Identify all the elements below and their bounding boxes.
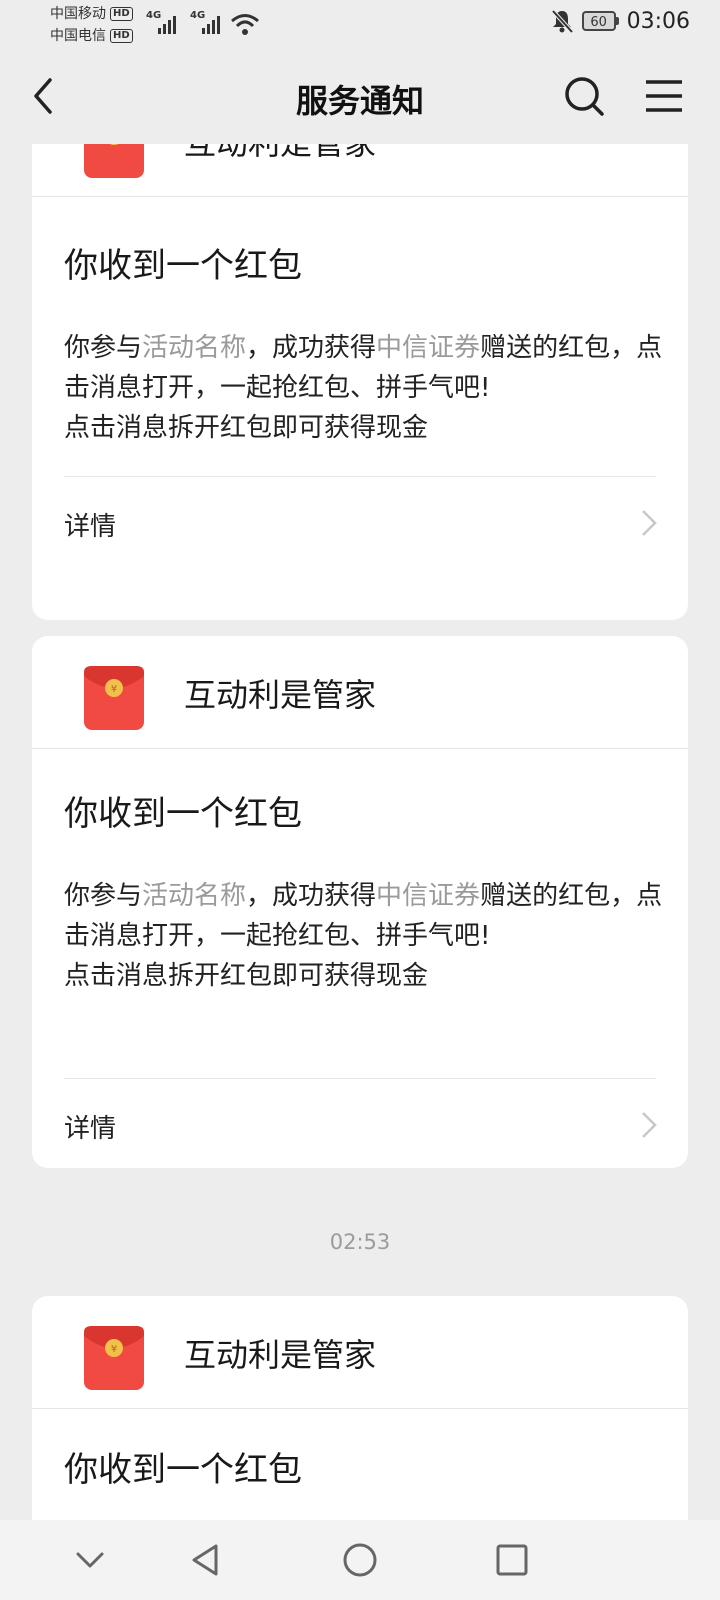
- card-header: ¥ 互动利是管家: [32, 636, 688, 749]
- nav-header: 服务通知: [0, 50, 720, 144]
- company-link[interactable]: 中信证券: [376, 881, 480, 911]
- wifi-icon: [231, 14, 259, 35]
- page-title: 服务通知: [295, 82, 424, 120]
- red-packet-icon: ¥: [84, 144, 144, 178]
- divider: [64, 1078, 656, 1079]
- search-button[interactable]: [558, 70, 610, 122]
- home-button[interactable]: [340, 1540, 380, 1580]
- sender-name: 互动利是管家: [184, 144, 376, 164]
- message-body: 你参与活动名称，成功获得中信证券赠送的红包，点击消息打开，一起抢红包、拼手气吧!…: [64, 881, 663, 991]
- menu-icon: [646, 80, 682, 112]
- recents-button[interactable]: [492, 1540, 532, 1580]
- carrier-2: 中国电信: [50, 28, 106, 44]
- battery-level: 60: [581, 11, 616, 31]
- message-title: 你收到一个红包: [64, 246, 302, 286]
- status-bar: 中国移动 HD 中国电信 HD 4G 4G 60 03:06: [0, 0, 720, 50]
- hd-badge-2: HD: [110, 29, 133, 43]
- collapse-icon: [76, 1552, 104, 1568]
- collapse-button[interactable]: [70, 1540, 110, 1580]
- svg-text:¥: ¥: [111, 1344, 117, 1355]
- sender-name: 互动利是管家: [184, 1336, 377, 1374]
- chevron-right-icon: [642, 1112, 657, 1138]
- timestamp: 02:53: [329, 1230, 391, 1254]
- back-triangle-icon: [192, 1544, 218, 1576]
- notification-card[interactable]: ¥ 互动利是管家 你收到一个红包 你参与活动名称，成功获得中信证券赠送的红包，点…: [32, 144, 688, 620]
- message-title: 你收到一个红包: [64, 794, 302, 834]
- home-circle-icon: [343, 1543, 377, 1577]
- status-right: 60 03:06: [550, 8, 690, 34]
- system-back-button[interactable]: [186, 1540, 226, 1580]
- system-nav-bar: [0, 1520, 720, 1600]
- notification-card[interactable]: ¥ 互动利是管家 你收到一个红包: [32, 1296, 688, 1520]
- red-packet-icon: ¥: [84, 1326, 144, 1390]
- chevron-right-icon: [642, 510, 657, 536]
- recents-square-icon: [496, 1544, 528, 1576]
- activity-link[interactable]: 活动名称: [142, 881, 246, 911]
- svg-text:¥: ¥: [111, 684, 117, 695]
- card-header: ¥ 互动利是管家: [32, 144, 688, 197]
- card-header: ¥ 互动利是管家: [32, 1296, 688, 1409]
- carrier-1: 中国移动: [50, 6, 106, 22]
- menu-button[interactable]: [638, 70, 690, 122]
- notification-card[interactable]: ¥ 互动利是管家 你收到一个红包 你参与活动名称，成功获得中信证券赠送的红包，点…: [32, 636, 688, 1168]
- carrier-info: 中国移动 HD 中国电信 HD: [50, 3, 133, 47]
- detail-label[interactable]: 详情: [64, 506, 116, 543]
- red-packet-icon: ¥: [84, 666, 144, 730]
- detail-label[interactable]: 详情: [64, 1108, 116, 1145]
- divider: [64, 476, 656, 477]
- message-list[interactable]: ¥ 互动利是管家 你收到一个红包 你参与活动名称，成功获得中信证券赠送的红包，点…: [0, 144, 720, 1520]
- mute-bell-icon: [551, 9, 574, 34]
- hd-badge-1: HD: [110, 7, 133, 21]
- clock: 03:06: [626, 8, 690, 34]
- sender-name: 互动利是管家: [184, 676, 377, 714]
- battery-icon: 60: [581, 11, 619, 31]
- company-link[interactable]: 中信证券: [376, 333, 480, 363]
- activity-link[interactable]: 活动名称: [142, 333, 246, 363]
- message-title: 你收到一个红包: [64, 1450, 302, 1490]
- message-body: 你参与活动名称，成功获得中信证券赠送的红包，点击消息打开，一起抢红包、拼手气吧!…: [64, 333, 663, 443]
- search-icon: [565, 77, 604, 116]
